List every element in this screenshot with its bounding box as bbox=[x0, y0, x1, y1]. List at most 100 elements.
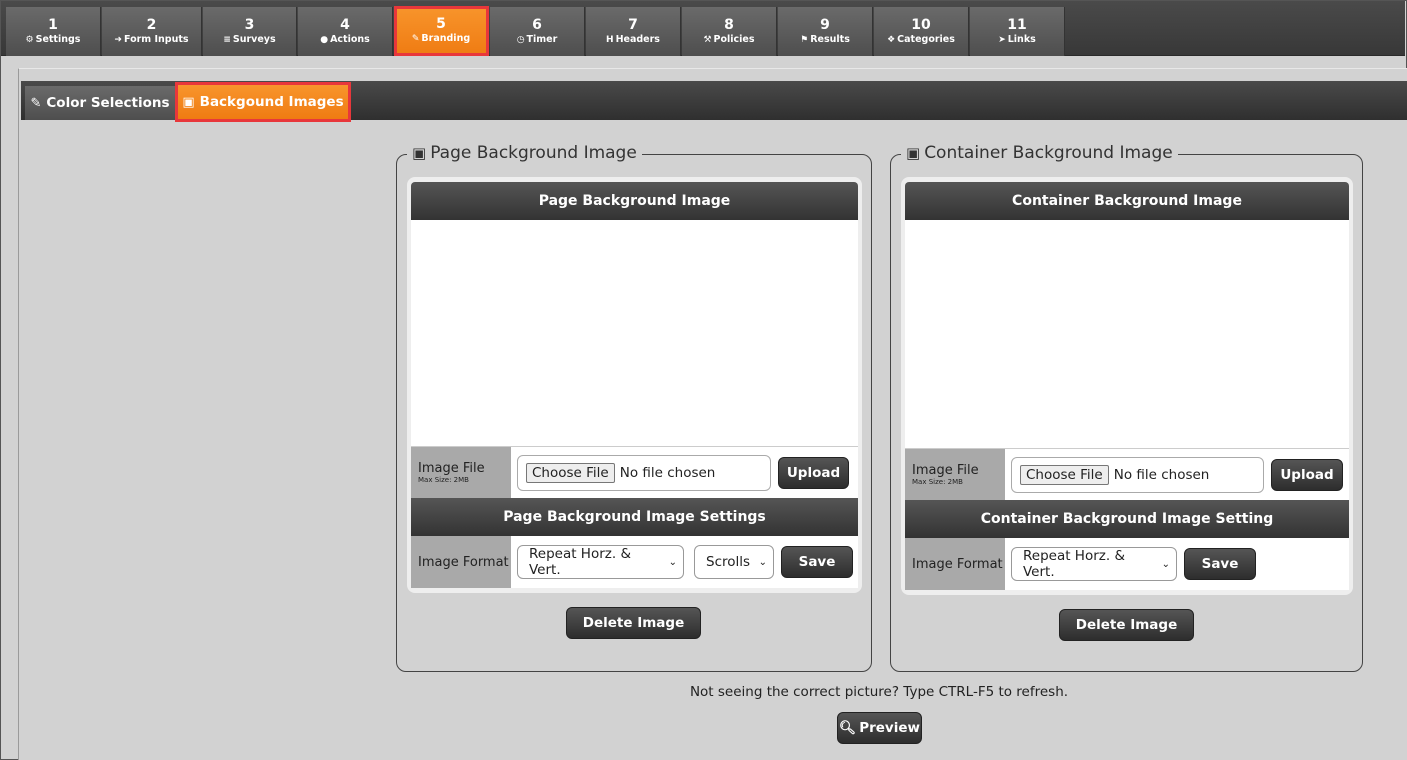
step-number: 4 bbox=[340, 17, 350, 33]
clock-icon: ◷ bbox=[516, 35, 525, 45]
field-label: Image File Max Size: 2MB bbox=[905, 449, 1005, 500]
preview-label: Preview bbox=[859, 720, 920, 736]
step-label: Form Inputs bbox=[123, 34, 189, 45]
cubes-icon: ❖ bbox=[887, 35, 896, 45]
card-header: Page Background Image bbox=[411, 182, 858, 220]
step-actions[interactable]: 4 ● Actions bbox=[298, 7, 393, 56]
tab-color-selections[interactable]: ✎ Color Selections bbox=[25, 86, 175, 120]
file-input[interactable]: Choose File No file chosen bbox=[1011, 456, 1264, 493]
sign-in-icon: ➜ bbox=[114, 35, 122, 45]
chevron-down-icon: ⌄ bbox=[668, 556, 677, 568]
step-number: 11 bbox=[1007, 17, 1027, 33]
list-icon: ≡ bbox=[223, 35, 231, 45]
step-label: Policies bbox=[713, 34, 755, 45]
delete-image-button[interactable]: Delete Image bbox=[566, 607, 701, 639]
step-nav: 1 ⚙ Settings 2 ➜ Form Inputs 3 ≡ Surveys 4 … bbox=[1, 1, 1405, 56]
step-number: 3 bbox=[244, 17, 255, 33]
image-preview-area bbox=[411, 220, 858, 446]
tab-label: Color Selections bbox=[46, 95, 170, 111]
image-icon: ▣ bbox=[412, 144, 427, 162]
image-file-label: Image File bbox=[912, 463, 979, 478]
step-number: 5 bbox=[436, 16, 446, 32]
image-preview-area bbox=[905, 220, 1349, 448]
page-background-fieldset: ▣ Page Background Image Page Background … bbox=[396, 143, 872, 672]
file-status: No file chosen bbox=[1113, 466, 1210, 483]
step-label: Branding bbox=[421, 33, 471, 44]
image-icon: ▣ bbox=[906, 144, 921, 162]
image-file-label: Image File bbox=[418, 461, 485, 476]
upload-button[interactable]: Upload bbox=[778, 456, 849, 489]
settings-header: Container Background Image Setting bbox=[905, 500, 1349, 538]
header-icon: H bbox=[606, 35, 614, 45]
image-icon: ▣ bbox=[182, 94, 195, 110]
step-number: 8 bbox=[724, 17, 734, 33]
image-file-row: Image File Max Size: 2MB Choose File No … bbox=[411, 446, 858, 498]
image-format-select[interactable]: Repeat Horz. & Vert. ⌄ bbox=[1011, 547, 1177, 581]
paintbrush-icon: ✎ bbox=[411, 34, 420, 44]
image-format-select[interactable]: Repeat Horz. & Vert. ⌄ bbox=[517, 545, 684, 579]
field-label: Image Format bbox=[411, 536, 511, 588]
step-number: 2 bbox=[146, 17, 157, 33]
save-button[interactable]: Save bbox=[781, 546, 853, 578]
tab-background-images[interactable]: ▣ Backgound Images bbox=[175, 82, 351, 122]
step-results[interactable]: 9 ⚑ Results bbox=[778, 7, 873, 56]
step-label: Settings bbox=[35, 34, 81, 45]
preview-button[interactable]: 🔍︎ Preview bbox=[837, 712, 922, 744]
image-format-row: Image Format Repeat Horz. & Vert. ⌄ Save bbox=[905, 538, 1349, 590]
branding-subtabs: ✎ Color Selections ▣ Backgound Images bbox=[21, 81, 1407, 122]
select-value: Repeat Horz. & Vert. bbox=[1023, 548, 1125, 580]
step-timer[interactable]: 6 ◷ Timer bbox=[490, 7, 585, 56]
step-surveys[interactable]: 3 ≡ Surveys bbox=[203, 7, 297, 56]
fieldset-legend: ▣ Container Background Image bbox=[901, 143, 1178, 163]
step-settings[interactable]: 1 ⚙ Settings bbox=[6, 7, 101, 56]
file-input[interactable]: Choose File No file chosen bbox=[517, 454, 771, 491]
step-number: 6 bbox=[532, 17, 542, 33]
step-headers[interactable]: 7 H Headers bbox=[586, 7, 681, 56]
choose-file-button[interactable]: Choose File bbox=[526, 462, 615, 483]
step-number: 9 bbox=[820, 17, 830, 33]
step-branding[interactable]: 5 ✎ Branding bbox=[394, 6, 489, 56]
delete-image-button[interactable]: Delete Image bbox=[1059, 609, 1194, 641]
step-label: Results bbox=[810, 34, 850, 45]
page-background-card: Page Background Image Image File Max Siz… bbox=[407, 177, 862, 593]
field-label: Image File Max Size: 2MB bbox=[411, 447, 511, 498]
max-size-label: Max Size: 2MB bbox=[418, 476, 469, 484]
image-file-row: Image File Max Size: 2MB Choose File No … bbox=[905, 448, 1349, 500]
legend-text: Page Background Image bbox=[430, 143, 637, 163]
step-number: 10 bbox=[911, 17, 931, 33]
max-size-label: Max Size: 2MB bbox=[912, 478, 963, 486]
flag-icon: ⚑ bbox=[800, 35, 809, 45]
chevron-down-icon: ⌄ bbox=[758, 556, 767, 568]
scroll-select[interactable]: Scrolls ⌄ bbox=[694, 545, 774, 579]
image-format-label: Image Format bbox=[418, 554, 509, 570]
gavel-icon: ⚒ bbox=[703, 35, 712, 45]
step-label: Headers bbox=[615, 34, 660, 45]
step-label: Categories bbox=[897, 34, 955, 45]
card-header: Container Background Image bbox=[905, 182, 1349, 220]
settings-header: Page Background Image Settings bbox=[411, 498, 858, 536]
refresh-note: Not seeing the correct picture? Type CTR… bbox=[689, 684, 1069, 700]
image-format-row: Image Format Repeat Horz. & Vert. ⌄ Scro… bbox=[411, 536, 858, 588]
gear-icon: ⚙ bbox=[25, 35, 34, 45]
choose-file-button[interactable]: Choose File bbox=[1020, 464, 1109, 485]
container-background-card: Container Background Image Image File Ma… bbox=[901, 177, 1353, 595]
step-categories[interactable]: 10 ❖ Categories bbox=[874, 7, 969, 56]
image-format-label: Image Format bbox=[912, 556, 1003, 572]
step-label: Links bbox=[1007, 34, 1036, 45]
legend-text: Container Background Image bbox=[924, 143, 1173, 163]
tab-label: Backgound Images bbox=[199, 94, 344, 110]
step-policies[interactable]: 8 ⚒ Policies bbox=[682, 7, 777, 56]
step-label: Surveys bbox=[232, 34, 276, 45]
step-label: Actions bbox=[330, 34, 370, 45]
save-button[interactable]: Save bbox=[1184, 548, 1256, 580]
search-icon: 🔍︎ bbox=[839, 720, 857, 736]
step-form-inputs[interactable]: 2 ➜ Form Inputs bbox=[102, 7, 202, 56]
upload-button[interactable]: Upload bbox=[1271, 458, 1343, 491]
step-number: 7 bbox=[628, 17, 638, 33]
pointer-icon: ➤ bbox=[998, 35, 1006, 45]
step-number: 1 bbox=[48, 17, 58, 33]
step-links[interactable]: 11 ➤ Links bbox=[970, 7, 1065, 56]
user-icon: ● bbox=[320, 35, 329, 45]
container-background-fieldset: ▣ Container Background Image Container B… bbox=[890, 143, 1363, 672]
file-status: No file chosen bbox=[619, 464, 716, 481]
